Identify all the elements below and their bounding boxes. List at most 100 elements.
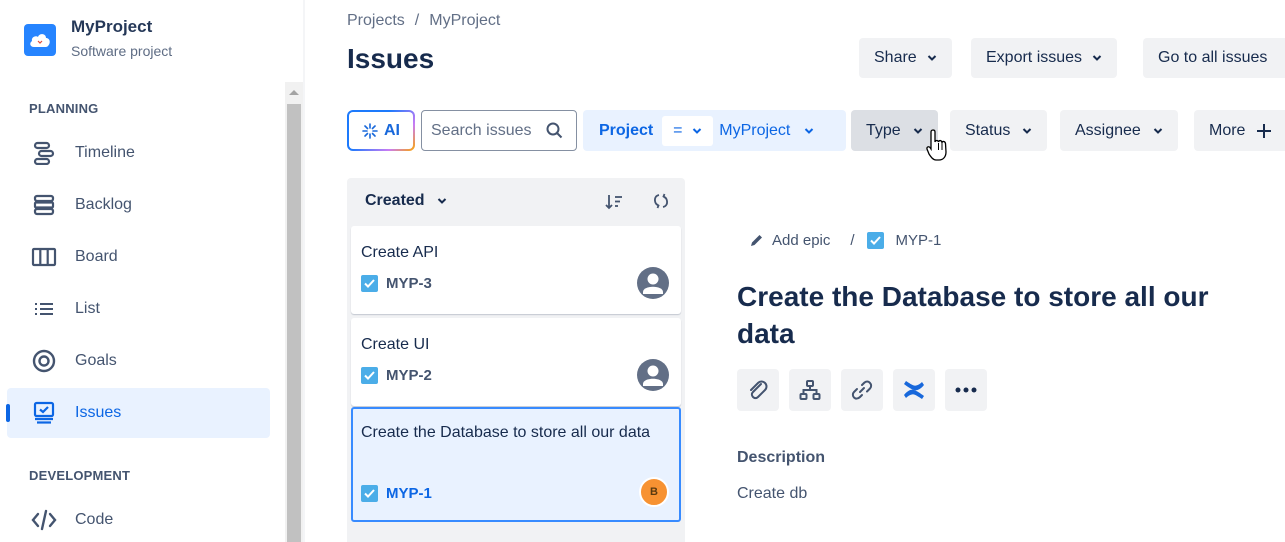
chevron-down-icon xyxy=(437,198,446,204)
project-filter-value[interactable]: MyProject xyxy=(719,122,790,140)
sidebar-item-label: List xyxy=(75,300,100,317)
backlog-icon xyxy=(31,192,57,218)
board-icon xyxy=(31,244,57,270)
issue-title: Create the Database to store all our dat… xyxy=(361,424,651,441)
share-label: Share xyxy=(874,49,917,66)
issue-key: MYP-2 xyxy=(361,367,432,384)
issue-card[interactable]: Create API MYP-3 xyxy=(351,226,681,314)
chevron-down-icon xyxy=(1023,127,1032,134)
export-issues-button[interactable]: Export issues xyxy=(971,38,1118,78)
attach-icon xyxy=(750,380,768,400)
sidebar-divider xyxy=(303,0,305,542)
issue-summary[interactable]: Create the Database to store all our dat… xyxy=(737,278,1257,352)
sort-dropdown[interactable]: Created xyxy=(365,192,447,210)
pencil-icon xyxy=(751,235,762,246)
issue-title: Create UI xyxy=(361,336,430,353)
issue-key-text: MYP-1 xyxy=(386,485,432,502)
list-icon xyxy=(31,296,57,322)
task-icon xyxy=(361,275,378,292)
unassigned-avatar-icon xyxy=(637,267,669,299)
more-filters-button[interactable]: More xyxy=(1194,110,1285,151)
search-icon xyxy=(546,122,563,139)
go-to-all-issues-button[interactable]: Go to all issues xyxy=(1143,38,1285,78)
chevron-down-icon xyxy=(1092,55,1102,61)
sort-order-icon[interactable] xyxy=(605,194,623,210)
section-development: DEVELOPMENT xyxy=(29,468,131,483)
project-filter-label: Project xyxy=(599,121,654,139)
confluence-icon xyxy=(904,381,924,399)
scrollbar-thumb[interactable] xyxy=(287,104,301,542)
sidebar-item-label: Issues xyxy=(75,404,122,421)
sidebar-item-issues[interactable]: Issues xyxy=(7,388,270,438)
chevron-down-icon[interactable] xyxy=(804,126,814,136)
sidebar-item-list[interactable]: List xyxy=(7,284,270,334)
sidebar-item-label: Goals xyxy=(75,352,117,369)
sidebar-item-label: Board xyxy=(75,248,118,265)
page-title: Issues xyxy=(347,43,435,74)
more-label: More xyxy=(1209,121,1246,139)
status-filter-button[interactable]: Status xyxy=(950,110,1048,151)
sidebar-item-backlog[interactable]: Backlog xyxy=(7,180,270,230)
unassigned-avatar-icon xyxy=(637,359,669,391)
issue-list-panel: Created Create API MYP-3 Create UI MYP-2… xyxy=(347,178,685,542)
description-text[interactable]: Create db xyxy=(737,485,807,503)
description-label: Description xyxy=(737,449,826,466)
search-placeholder: Search issues xyxy=(431,121,532,139)
project-filter[interactable]: Project = MyProject xyxy=(583,110,846,151)
breadcrumb-separator: / xyxy=(850,232,855,249)
sidebar-scrollbar[interactable] xyxy=(285,82,303,542)
chevron-down-icon xyxy=(927,55,936,61)
issue-key: MYP-1 xyxy=(361,485,432,502)
breadcrumb: Projects / MyProject xyxy=(347,12,500,30)
cloud-icon xyxy=(24,24,56,56)
export-label: Export issues xyxy=(986,49,1083,66)
assignee-filter-button[interactable]: Assignee xyxy=(1060,110,1178,151)
type-label: Type xyxy=(866,121,901,139)
issue-card[interactable]: Create UI MYP-2 xyxy=(351,318,681,406)
goals-icon xyxy=(31,348,57,374)
sort-label: Created xyxy=(365,192,425,209)
code-icon xyxy=(31,507,57,533)
project-name: MyProject xyxy=(71,17,153,36)
child-issues-icon xyxy=(799,380,821,400)
attach-button[interactable] xyxy=(737,369,779,411)
scroll-up-arrow-icon[interactable] xyxy=(285,82,303,102)
issues-icon xyxy=(31,400,57,426)
assignee-avatar: B xyxy=(639,477,669,507)
hand-cursor-icon xyxy=(926,129,947,161)
more-actions-button[interactable] xyxy=(945,369,987,411)
chevron-down-icon xyxy=(913,127,922,134)
assignee-label: Assignee xyxy=(1075,121,1141,139)
ai-button[interactable]: AI xyxy=(347,110,415,151)
share-button[interactable]: Share xyxy=(859,38,952,78)
plus-icon xyxy=(1257,123,1272,138)
more-icon xyxy=(955,387,977,393)
ai-label: AI xyxy=(384,121,400,139)
breadcrumb-myproject[interactable]: MyProject xyxy=(429,12,500,30)
sidebar: MyProject Software project PLANNING Time… xyxy=(0,0,285,542)
child-issues-button[interactable] xyxy=(789,369,831,411)
issue-card-selected[interactable]: Create the Database to store all our dat… xyxy=(351,407,681,522)
breadcrumb-projects[interactable]: Projects xyxy=(347,12,405,30)
refresh-icon[interactable] xyxy=(653,193,669,209)
task-icon xyxy=(361,367,378,384)
project-header[interactable]: MyProject Software project xyxy=(24,16,172,59)
issue-key-link[interactable]: MYP-1 xyxy=(896,232,942,249)
operator-select[interactable]: = xyxy=(662,115,714,146)
issue-title: Create API xyxy=(361,244,439,261)
type-filter-button[interactable]: Type xyxy=(851,110,938,151)
issue-key-text: MYP-2 xyxy=(386,367,432,384)
search-input[interactable]: Search issues xyxy=(421,110,577,151)
link-icon xyxy=(851,380,873,400)
sidebar-item-label: Backlog xyxy=(75,196,132,213)
chevron-down-icon xyxy=(1153,127,1163,134)
sidebar-item-goals[interactable]: Goals xyxy=(7,336,270,386)
chevron-down-icon xyxy=(693,127,702,134)
sidebar-item-label: Timeline xyxy=(75,144,135,161)
sidebar-item-code[interactable]: Code xyxy=(7,495,270,542)
sidebar-item-board[interactable]: Board xyxy=(7,232,270,282)
add-epic-link[interactable]: Add epic xyxy=(772,232,830,249)
link-issue-button[interactable] xyxy=(841,369,883,411)
confluence-button[interactable] xyxy=(893,369,935,411)
sidebar-item-timeline[interactable]: Timeline xyxy=(7,128,270,178)
